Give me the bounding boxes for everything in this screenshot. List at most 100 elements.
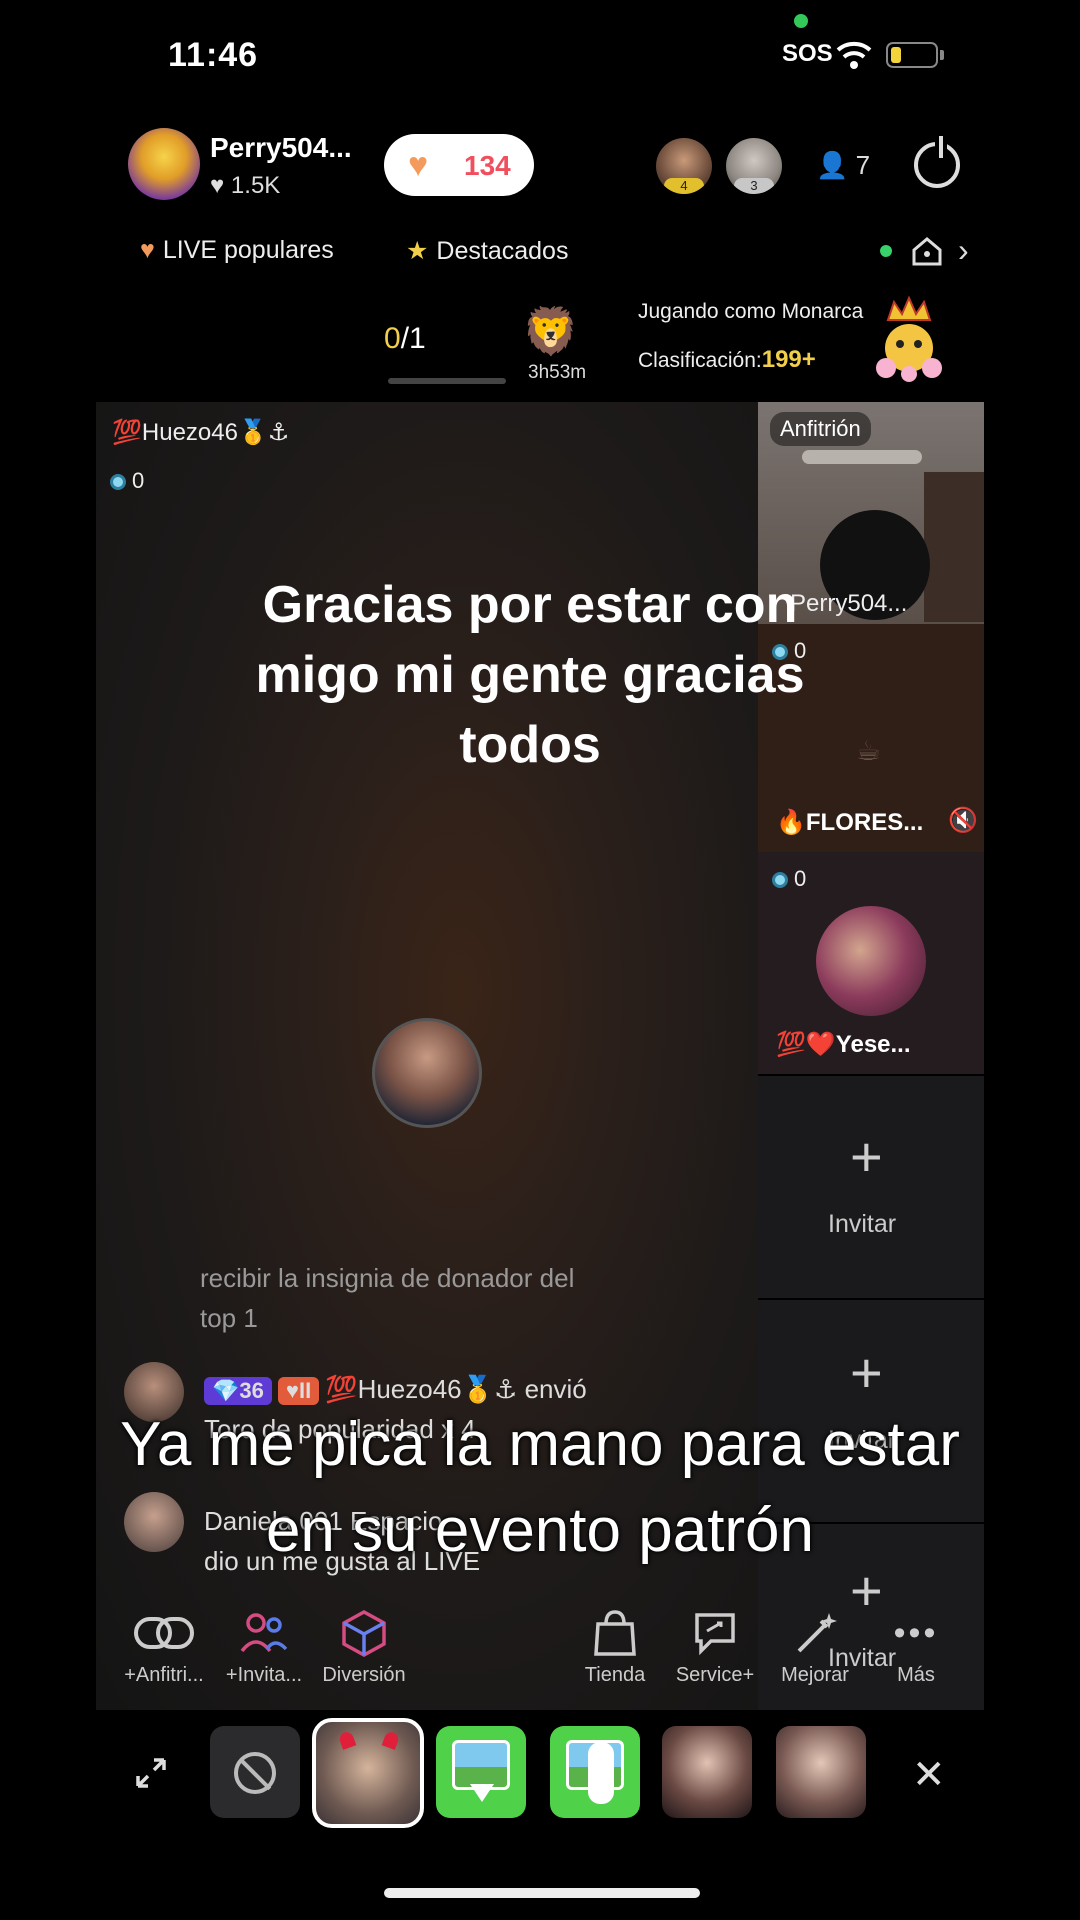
people-icon [240, 1613, 288, 1653]
sos-indicator: SOS [782, 40, 833, 67]
star-person-icon: ★ [406, 237, 429, 265]
download-arrow-icon [470, 1784, 494, 1802]
coin-icon [110, 474, 126, 490]
ellipsis-icon: ••• [893, 1613, 939, 1652]
mic-muted-icon: 🔇 [948, 807, 978, 834]
stage-user-name: Huezo46 [141, 419, 238, 446]
invite-button[interactable]: +Invita... [214, 1606, 314, 1687]
beauty-filter-option[interactable] [776, 1726, 866, 1818]
progress-bar [388, 378, 506, 384]
host-name[interactable]: Perry504... [210, 132, 352, 164]
chat-user: Huezo46 [357, 1374, 462, 1404]
shop-label: Tienda [584, 1664, 646, 1686]
end-live-power-icon[interactable] [914, 136, 960, 188]
hundred-icon: 💯 [325, 1374, 358, 1404]
guest-slot-name-text: Yese... [835, 1031, 911, 1058]
tab-live-popular[interactable]: ♥ LIVE populares [140, 236, 334, 265]
viewer-rank-badge: 3 [734, 178, 774, 194]
chat-message-line: top 1 [200, 1303, 258, 1333]
heart-icon: ♥ [210, 172, 231, 199]
guest-avatar[interactable] [816, 906, 926, 1016]
fan-badge: ♥II [277, 1377, 320, 1405]
coin-icon [772, 872, 788, 888]
guest-gift-count: 0 [772, 866, 806, 892]
stage-user-tag[interactable]: 💯Huezo46🥇⚓ [112, 418, 289, 447]
fun-button[interactable]: Diversión [314, 1606, 414, 1687]
guest-slot-name: 🔥FLORES... [776, 808, 923, 837]
progress-done: 0 [384, 322, 401, 355]
medal-icon: 🥇 [237, 419, 268, 446]
chevron-right-icon[interactable]: › [958, 232, 969, 269]
status-time: 11:46 [168, 36, 259, 74]
enhance-button[interactable]: Mejorar [765, 1606, 865, 1687]
host-likes-value: 1.5K [230, 172, 281, 199]
rank-value: 199+ [761, 346, 816, 373]
lion-icon[interactable]: 🦁 [522, 304, 579, 359]
fire-icon: 🔥 [776, 809, 806, 836]
add-cohost-label: +Anfitri... [124, 1664, 204, 1686]
like-button[interactable]: ♥ 134 [384, 134, 534, 196]
medal-icon: 🥇 [461, 1374, 495, 1404]
top-viewer-avatar[interactable]: 3 [726, 138, 782, 194]
more-button[interactable]: ••• Más [866, 1606, 966, 1687]
chat-message-line: recibir la insignia de donador del [200, 1263, 575, 1293]
rank-label: Clasificación:199+ [638, 346, 816, 374]
event-timer: 3h53m [528, 362, 587, 383]
host-avatar[interactable] [128, 128, 200, 200]
no-effect-option[interactable] [210, 1726, 300, 1818]
expand-icon[interactable] [134, 1756, 168, 1790]
enhance-label: Mejorar [781, 1664, 849, 1686]
home-indicator[interactable] [384, 1888, 700, 1898]
level-badge: 💎36 [204, 1377, 272, 1405]
invite-slot[interactable]: + Invitar [758, 1074, 984, 1300]
monarch-crown-icon[interactable] [868, 292, 950, 382]
hand-icon [588, 1742, 614, 1804]
green-screen-effect[interactable] [550, 1726, 640, 1818]
challenge-progress: 0/1 [384, 322, 426, 356]
tab-featured[interactable]: ★ Destacados [406, 236, 568, 266]
devil-horns-effect[interactable] [312, 1718, 424, 1828]
ban-icon [234, 1752, 276, 1794]
download-background-effect[interactable] [436, 1726, 526, 1818]
shopping-bag-icon [594, 1610, 636, 1656]
chat-message: recibir la insignia de donador del top 1 [200, 1258, 720, 1338]
horn-left [337, 1730, 357, 1750]
service-button[interactable]: Service+ [665, 1606, 765, 1687]
progress-total: /1 [400, 322, 426, 355]
rank-label-text: Clasificación: [638, 349, 762, 372]
horn-right [381, 1730, 401, 1750]
image-icon [452, 1740, 510, 1790]
online-dot [880, 245, 892, 257]
coffee-cup-icon: ☕ [856, 735, 882, 766]
fun-label: Diversión [322, 1664, 406, 1686]
guest-gift-count-value: 0 [794, 866, 807, 891]
heart-icon: ❤️ [805, 1031, 836, 1058]
plus-icon: + [850, 1125, 883, 1188]
viewer-count[interactable]: 👤 7 [816, 150, 870, 181]
add-cohost-button[interactable]: +Anfitri... [114, 1606, 214, 1687]
heart-icon: ♥ [140, 236, 155, 264]
ceiling-fan [802, 450, 922, 464]
beauty-filter-option[interactable] [662, 1726, 752, 1818]
plus-icon: + [850, 1341, 883, 1404]
guest-slot-name: 💯❤️Yese... [776, 1030, 911, 1059]
stage-gift-count-value: 0 [132, 468, 145, 493]
role-label: Jugando como Monarca [638, 300, 864, 323]
anchor-icon: ⚓ [494, 1374, 518, 1404]
invite-label: +Invita... [225, 1664, 303, 1686]
close-icon[interactable]: ✕ [912, 1752, 946, 1798]
invite-label: Invitar [828, 1210, 897, 1238]
stage-gift-count: 0 [110, 468, 144, 494]
guest-slot-name-text: FLORES... [805, 809, 924, 836]
home-icon[interactable] [910, 234, 944, 268]
top-viewer-avatar[interactable]: 4 [656, 138, 712, 194]
shop-button[interactable]: Tienda [565, 1606, 665, 1687]
wifi-icon [836, 41, 872, 69]
tab-label: Destacados [436, 237, 569, 265]
level-badge-value: 36 [239, 1378, 264, 1403]
like-count: 134 [464, 150, 511, 181]
host-label: Anfitrión [770, 412, 871, 446]
camera-active-indicator [794, 14, 808, 28]
guest-avatar[interactable] [372, 1018, 482, 1128]
cube-icon [342, 1610, 386, 1657]
